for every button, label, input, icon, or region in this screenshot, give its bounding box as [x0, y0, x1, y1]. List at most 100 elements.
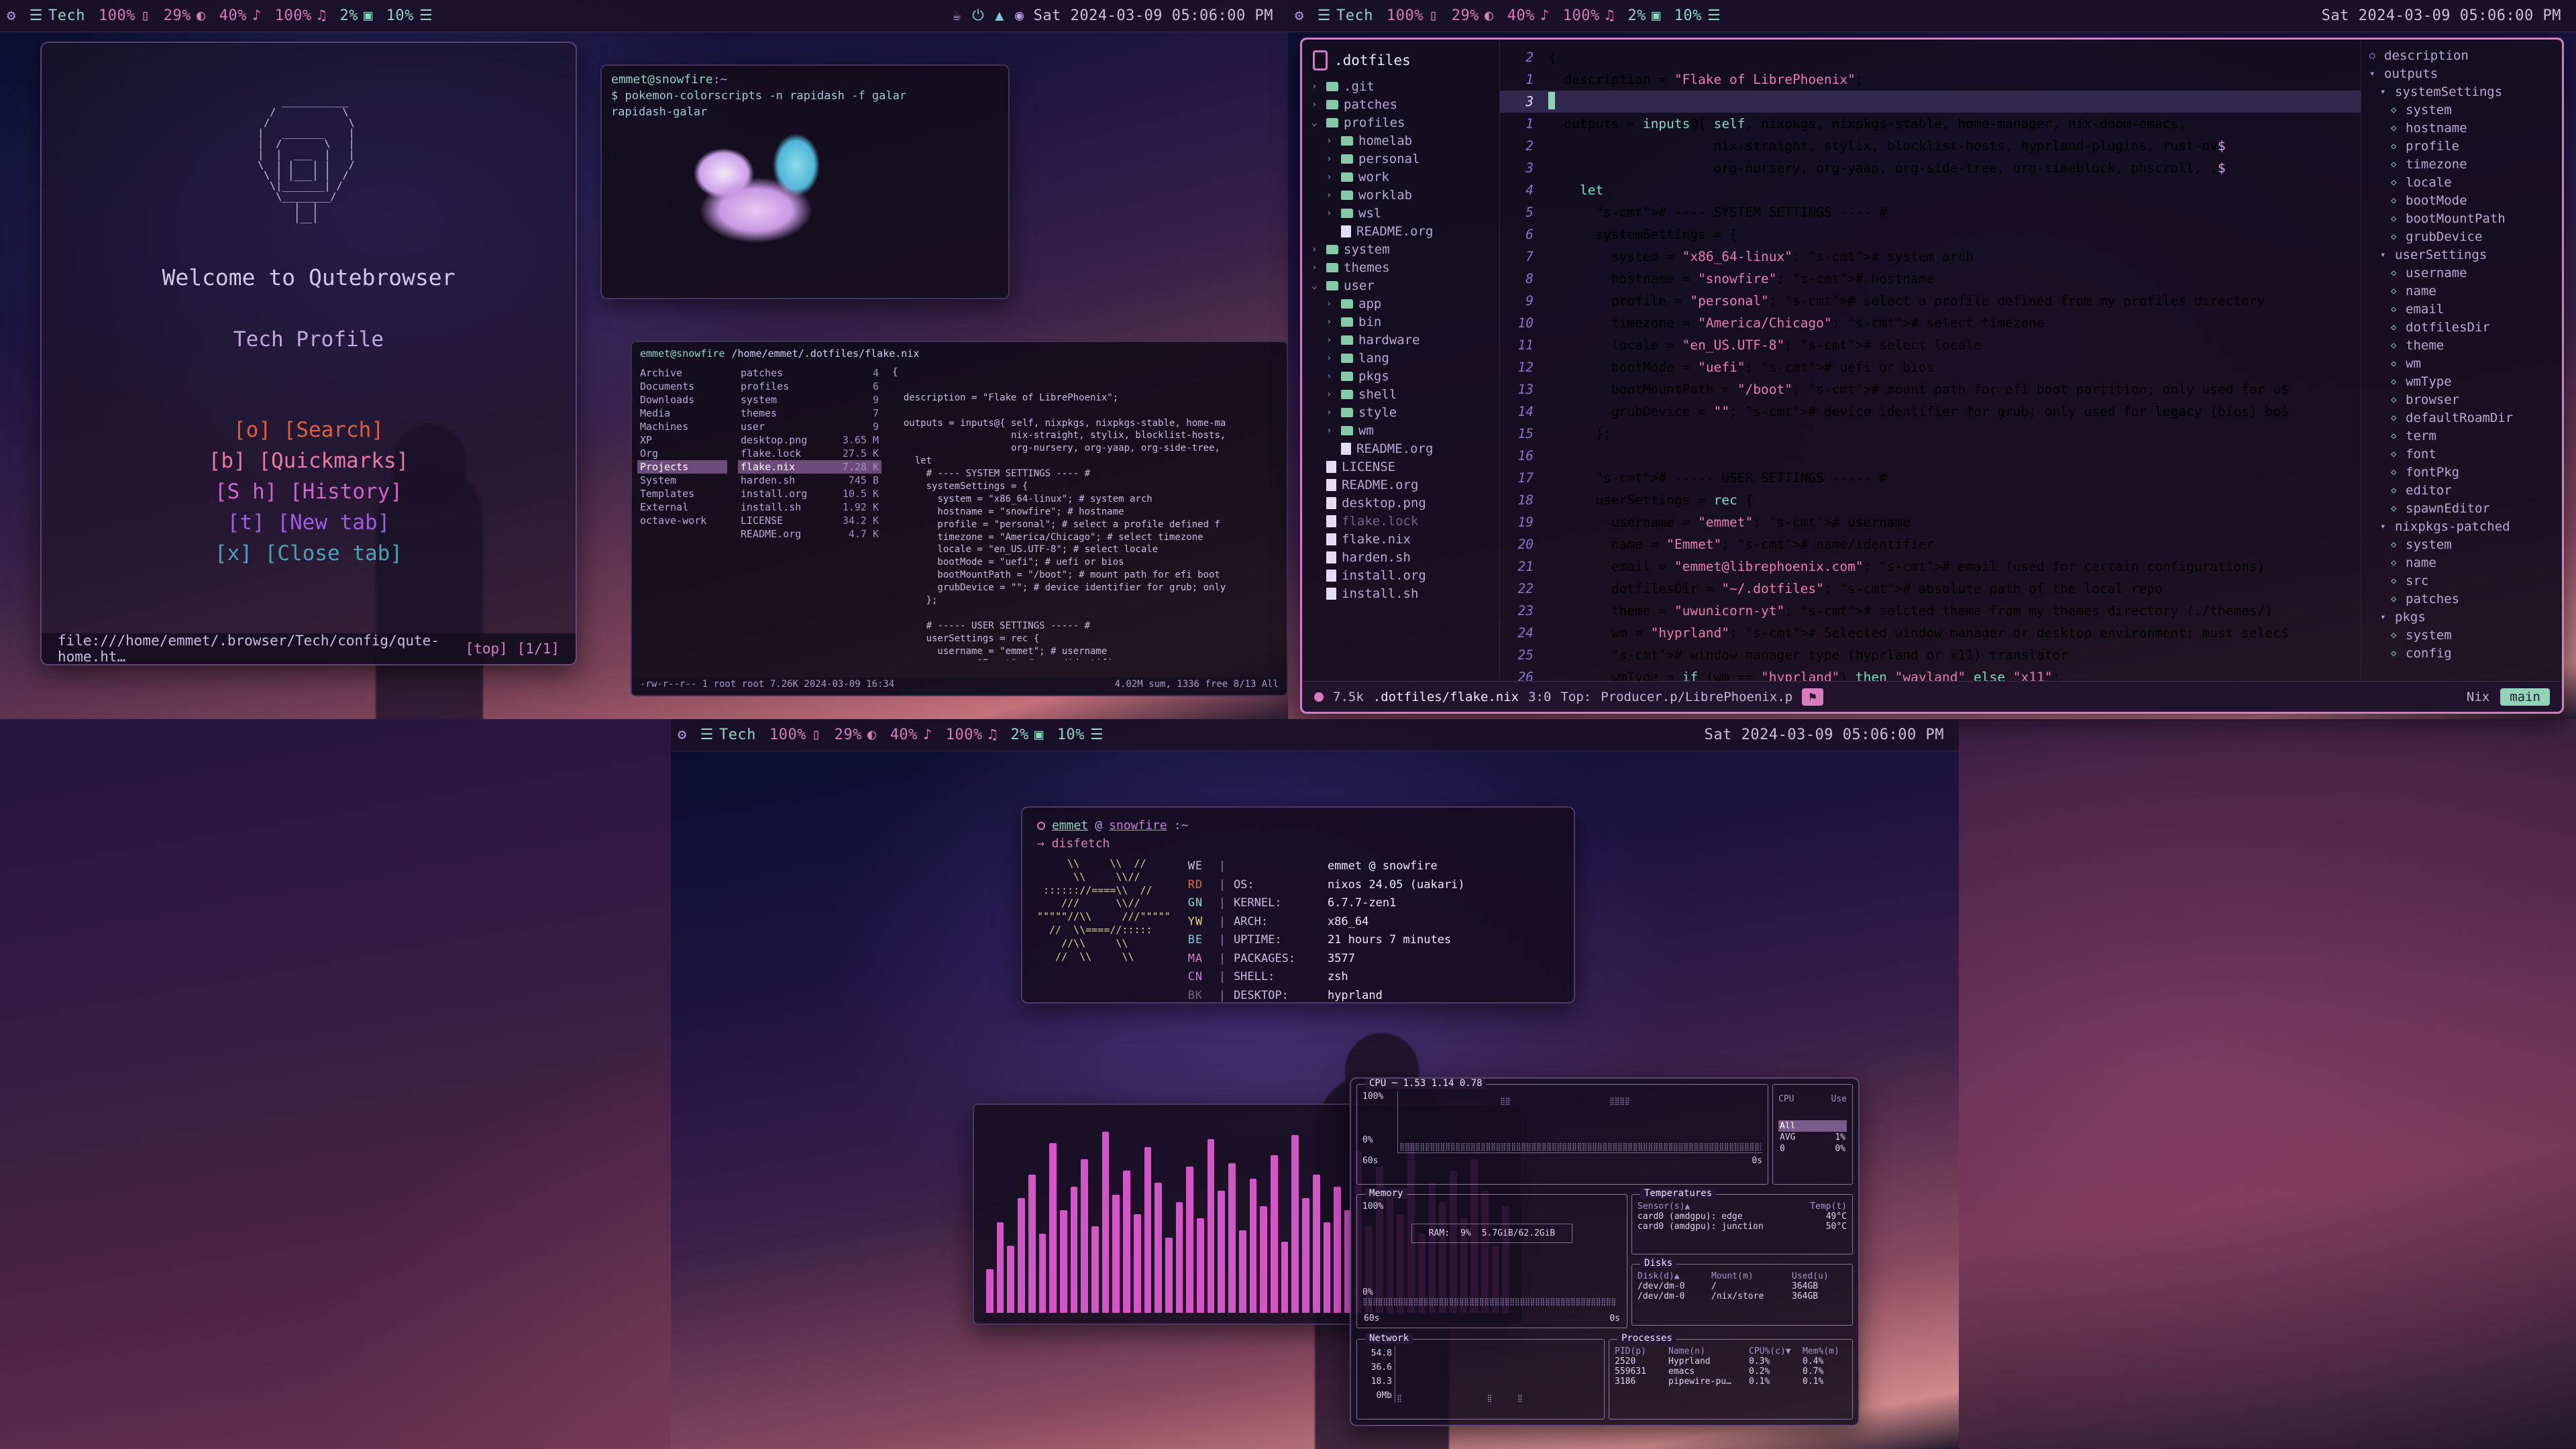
- cpu-indicator-3[interactable]: 2% ▣: [1004, 727, 1050, 743]
- brightness-indicator-3[interactable]: 100% ▯: [763, 727, 828, 743]
- brightness-indicator[interactable]: 100% ▯: [92, 7, 157, 24]
- emacs-tree-list[interactable]: › .git › patches ⌄ profiles › homelab › personal ›…: [1302, 77, 1499, 602]
- qutebrowser-url[interactable]: file:///home/emmet/.browser/Tech/config/…: [58, 633, 456, 664]
- outline-item-pkgs[interactable]: ▾ pkgs: [2365, 608, 2562, 626]
- outline-item-bootmode[interactable]: ◇ bootMode: [2365, 191, 2562, 209]
- btop-disk-header-disk[interactable]: Disk(d)▲: [1638, 1271, 1711, 1281]
- outline-item-wmtype[interactable]: ◇ wmType: [2365, 372, 2562, 390]
- treemacs-item-style[interactable]: › style: [1302, 403, 1499, 421]
- treemacs-item-flake-nix[interactable]: flake.nix: [1302, 530, 1499, 548]
- mic-indicator[interactable]: 100% ♫: [268, 7, 333, 24]
- outline-item-nixpkgs-patched[interactable]: ▾ nixpkgs-patched: [2365, 517, 2562, 535]
- code-text[interactable]: name = "Emmet"; "s-cmt"># name/identifie…: [1548, 533, 1934, 555]
- btop-proc-header-cpu[interactable]: CPU%(c)▼: [1749, 1346, 1803, 1356]
- gear-icon[interactable]: ⚙: [0, 8, 23, 23]
- emacs-code-buffer[interactable]: 2{1 description = "Flake of LibrePhoenix…: [1500, 40, 2361, 681]
- outline-item-username[interactable]: ◇ username: [2365, 264, 2562, 282]
- pokemon-terminal-window[interactable]: emmet@snowfire:~ $ pokemon-colorscripts …: [600, 64, 1010, 299]
- code-text[interactable]: locale = "en_US.UTF-8"; "s-cmt"># select…: [1548, 334, 1982, 356]
- outline-item-systemsettings[interactable]: ▾ systemSettings: [2365, 83, 2562, 101]
- btop-proc-header-mem[interactable]: Mem%(m): [1803, 1346, 1839, 1356]
- treemacs-item-worklab[interactable]: › worklab: [1302, 186, 1499, 204]
- btop-temp-header-sensor[interactable]: Sensor(s)▲: [1638, 1201, 1690, 1212]
- emacs-treemacs-sidebar[interactable]: .dotfiles › .git › patches ⌄ profiles › homelab…: [1302, 40, 1500, 681]
- mic-indicator-3[interactable]: 100% ♫: [939, 727, 1004, 743]
- code-text[interactable]: };: [1548, 423, 1611, 445]
- btop-proc-header-name[interactable]: Name(n): [1668, 1346, 1749, 1356]
- bluetooth-icon[interactable]: ⏻: [972, 8, 984, 23]
- emacs-project-header[interactable]: .dotfiles: [1302, 48, 1499, 77]
- code-text[interactable]: bootMode = "uefi"; "s-cmt"># uefi or bio…: [1548, 356, 1934, 378]
- outline-item-system[interactable]: ◇ system: [2365, 535, 2562, 553]
- code-text[interactable]: userSettings = rec {: [1548, 489, 1753, 511]
- btop-cpu-panel[interactable]: CPU ─ 1.53 1.14 0.78 100% 0% ⣿⣿⣿⣿⣿⣿⣿⣿⣿⣿⣿…: [1356, 1079, 1768, 1185]
- outline-item-outputs[interactable]: ▾ outputs: [2365, 64, 2562, 83]
- system-tray[interactable]: ☕ ⏻ ▲ ◉: [952, 8, 1033, 23]
- brightness-indicator-2[interactable]: 100% ▯: [1380, 7, 1445, 24]
- treemacs-item-work[interactable]: › work: [1302, 168, 1499, 186]
- workspace-indicator[interactable]: ☰ Tech: [23, 7, 92, 24]
- keybind-close-tab[interactable]: [x] [Close tab]: [209, 539, 409, 570]
- outline-item-system[interactable]: ◇ system: [2365, 626, 2562, 644]
- treemacs-item-harden-sh[interactable]: harden.sh: [1302, 548, 1499, 566]
- btop-processes-panel[interactable]: Processes PID(p) Name(n) CPU%(c)▼ Mem%(m…: [1609, 1333, 1853, 1419]
- code-text[interactable]: "s-cmt"># ----- USER SETTINGS ----- #: [1548, 467, 1886, 489]
- outline-item-name[interactable]: ◇ name: [2365, 282, 2562, 300]
- code-text[interactable]: wm = "hyprland"; "s-cmt"># Selected wind…: [1548, 622, 2289, 644]
- workspace-indicator-3[interactable]: ☰ Tech: [694, 727, 763, 743]
- code-text[interactable]: "s-cmt"># ---- SYSTEM SETTINGS ---- #: [1548, 201, 1886, 223]
- emacs-outline-sidebar[interactable]: ○ description ▾ outputs ▾ systemSettings ◇ syst…: [2361, 40, 2562, 681]
- treemacs-item-patches[interactable]: › patches: [1302, 95, 1499, 113]
- keybind-quickmarks[interactable]: [b] [Quickmarks]: [209, 446, 409, 477]
- code-text[interactable]: systemSettings = {: [1548, 223, 1737, 246]
- outline-item-font[interactable]: ◇ font: [2365, 445, 2562, 463]
- battery-indicator[interactable]: 29% ◐: [157, 7, 213, 24]
- gear-icon-2[interactable]: ⚙: [1288, 8, 1311, 23]
- code-text[interactable]: outputs = inputs@{ self, nixpkgs, nixpkg…: [1548, 113, 2186, 135]
- outline-item-dotfilesdir[interactable]: ◇ dotfilesDir: [2365, 318, 2562, 336]
- ram-indicator-2[interactable]: 10% ☰: [1668, 7, 1727, 24]
- volume-indicator-3[interactable]: 40% ♪: [883, 727, 939, 743]
- code-text[interactable]: "s-cmt"># window manager type (hyprland …: [1548, 644, 2068, 666]
- treemacs-item-wsl[interactable]: › wsl: [1302, 204, 1499, 222]
- outline-item-patches[interactable]: ◇ patches: [2365, 590, 2562, 608]
- treemacs-item-user[interactable]: ⌄ user: [1302, 276, 1499, 294]
- treemacs-item-install-org[interactable]: install.org: [1302, 566, 1499, 584]
- code-text[interactable]: username = "emmet"; "s-cmt"># username: [1548, 511, 1911, 533]
- code-text[interactable]: bootMountPath = "/boot"; "s-cmt"># mount…: [1548, 378, 2289, 400]
- treemacs-item--git[interactable]: › .git: [1302, 77, 1499, 95]
- outline-item-wm[interactable]: ◇ wm: [2365, 354, 2562, 372]
- code-text[interactable]: description = "Flake of LibrePhoenix";: [1548, 68, 1863, 91]
- ranger-current-column[interactable]: patches 4 profiles 6 system 9 themes 7 user 9…: [733, 365, 887, 660]
- code-text[interactable]: theme = "uwunicorn-yt"; "s-cmt"># selcte…: [1548, 600, 2273, 622]
- treemacs-item-shell[interactable]: › shell: [1302, 385, 1499, 403]
- outline-item-editor[interactable]: ◇ editor: [2365, 481, 2562, 499]
- qutebrowser-window[interactable]: ___________ / \ / \ | _______ | | / \ | …: [40, 42, 577, 665]
- outline-item-timezone[interactable]: ◇ timezone: [2365, 155, 2562, 173]
- treemacs-item-readme-org[interactable]: README.org: [1302, 439, 1499, 458]
- btop-disk-header-used[interactable]: Used(u): [1792, 1271, 1829, 1281]
- treemacs-item-install-sh[interactable]: install.sh: [1302, 584, 1499, 602]
- cpu-indicator-2[interactable]: 2% ▣: [1621, 7, 1667, 24]
- code-text[interactable]: grubDevice = ""; "s-cmt"># device identi…: [1548, 400, 2289, 423]
- treemacs-item-wm[interactable]: › wm: [1302, 421, 1499, 439]
- code-text[interactable]: email = "emmet@librephoenix.com"; "s-cmt…: [1548, 555, 2265, 578]
- code-text[interactable]: let: [1548, 179, 1603, 201]
- keybind-search[interactable]: [o] [Search]: [209, 415, 409, 446]
- code-text[interactable]: org-nursery, org-yaap, org-side-tree, or…: [1548, 157, 2226, 179]
- cpu-indicator[interactable]: 2% ▣: [333, 7, 379, 24]
- treemacs-item-hardware[interactable]: › hardware: [1302, 331, 1499, 349]
- volume-indicator[interactable]: 40% ♪: [213, 7, 268, 24]
- outline-item-hostname[interactable]: ◇ hostname: [2365, 119, 2562, 137]
- code-text[interactable]: [1548, 91, 1555, 113]
- treemacs-item-readme-org[interactable]: README.org: [1302, 222, 1499, 240]
- wifi-icon[interactable]: ▲: [995, 8, 1004, 23]
- disfetch-terminal-window[interactable]: emmet @ snowfire:~ → disfetch \\ \\ // \\ …: [1021, 806, 1575, 1004]
- btop-disk-header-mount[interactable]: Mount(m): [1711, 1271, 1792, 1281]
- btop-cpu-row-all[interactable]: All: [1778, 1120, 1847, 1132]
- outline-item-theme[interactable]: ◇ theme: [2365, 336, 2562, 354]
- treemacs-item-readme-org[interactable]: README.org: [1302, 476, 1499, 494]
- battery-indicator-3[interactable]: 29% ◐: [828, 727, 883, 743]
- btop-cpu-side-panel[interactable]: CPU Use All AVG 1% 0 0%: [1772, 1084, 1853, 1185]
- btop-proc-header-pid[interactable]: PID(p): [1615, 1346, 1668, 1356]
